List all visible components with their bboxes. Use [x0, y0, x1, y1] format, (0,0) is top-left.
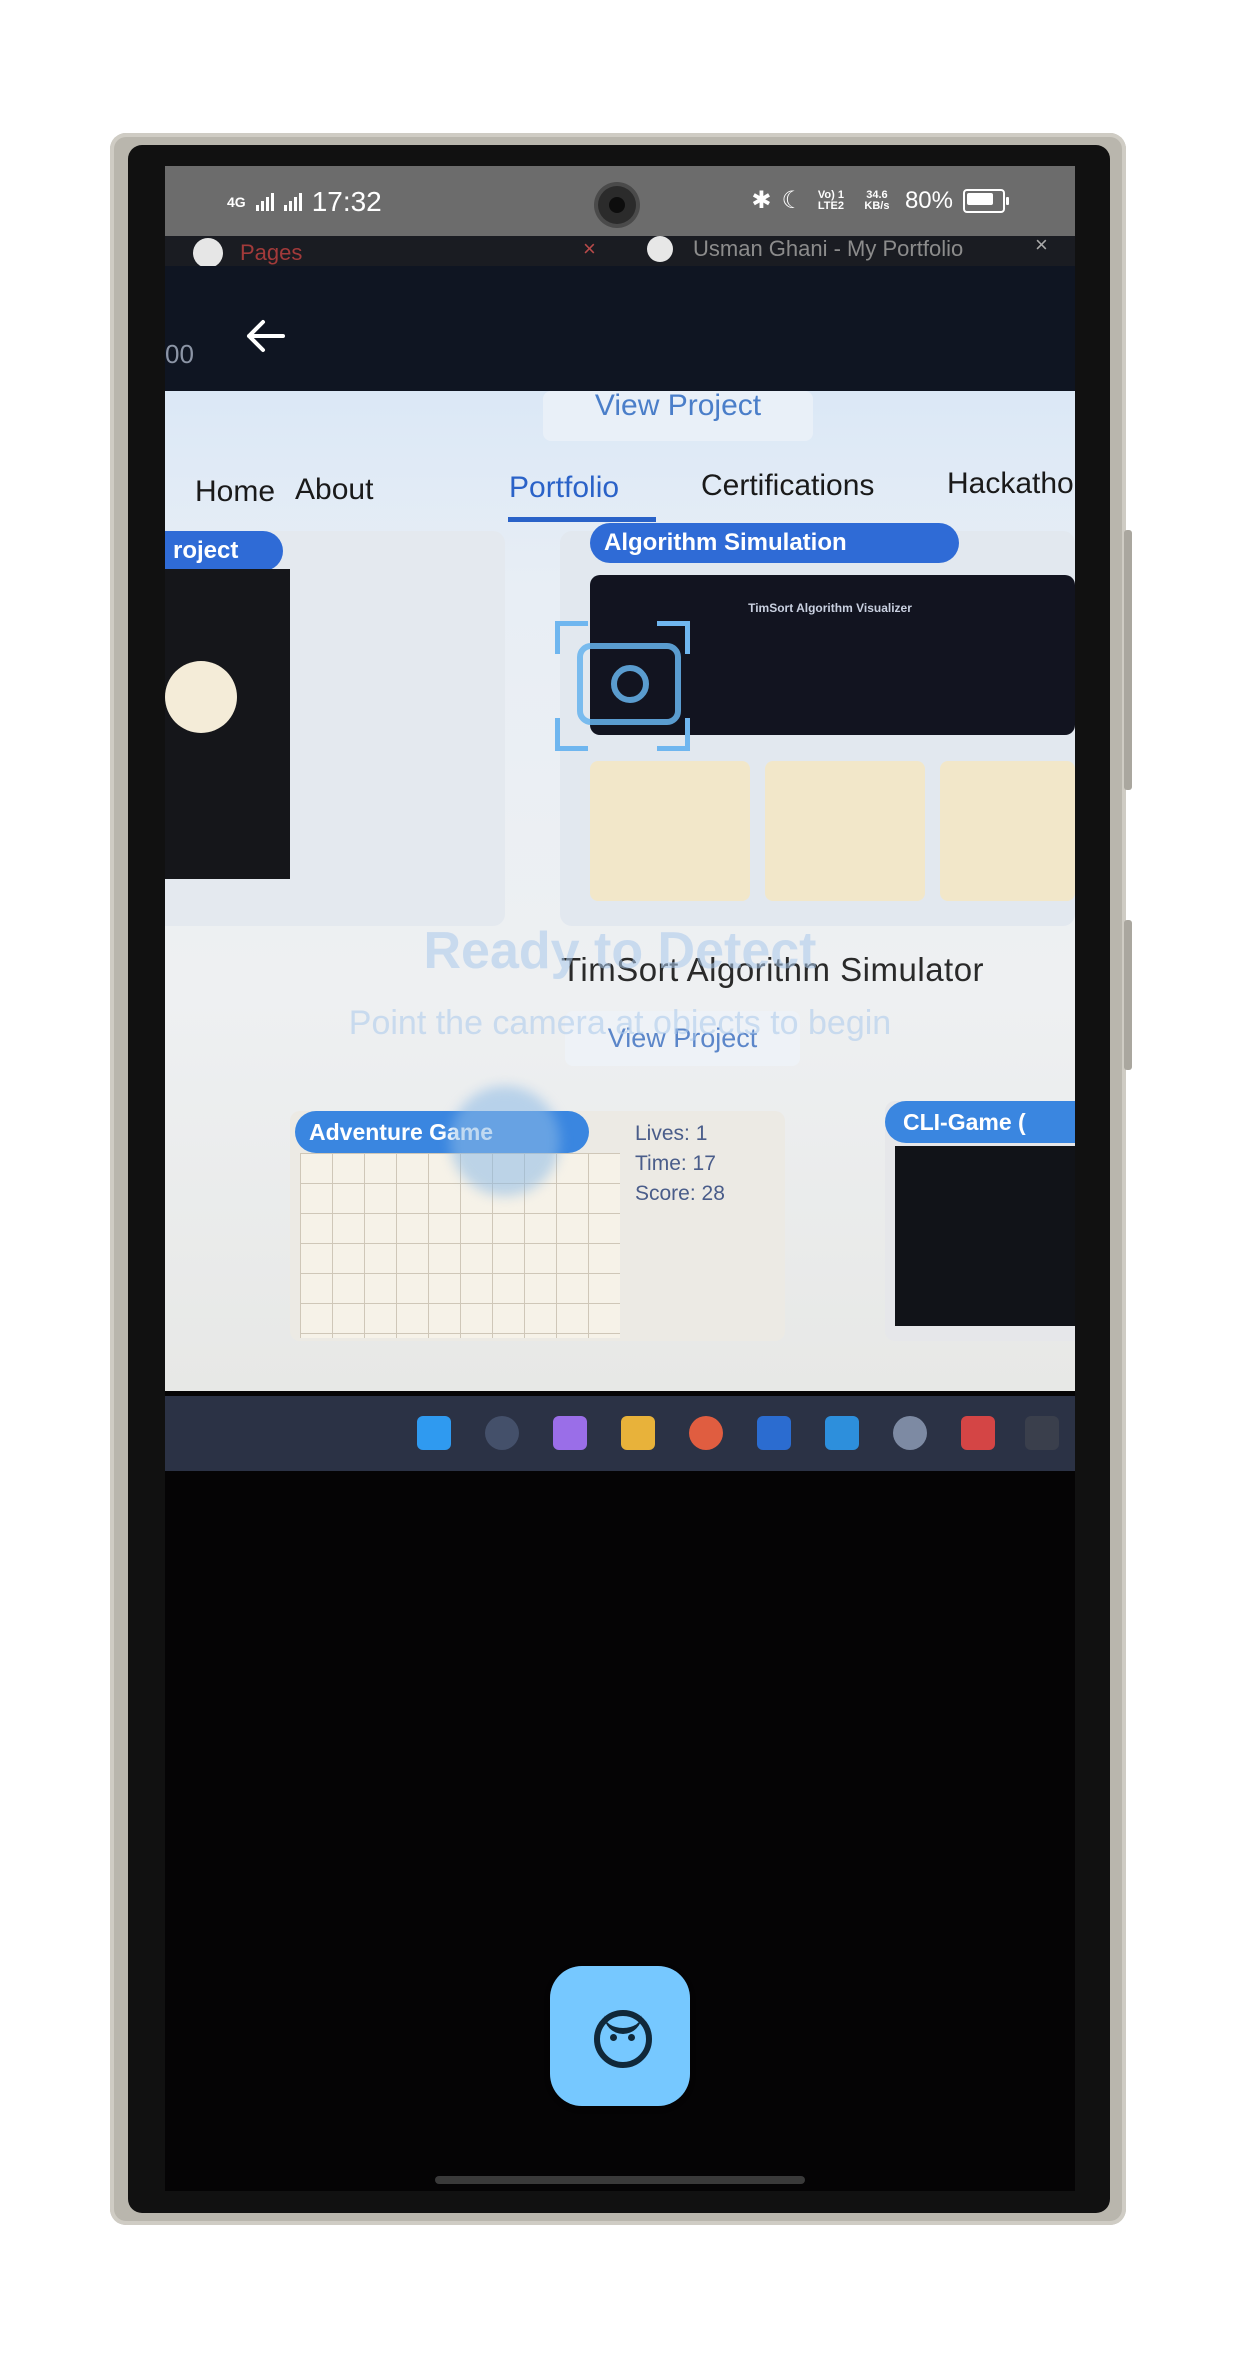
screenshot-panel	[590, 761, 750, 901]
page-content: View Project Home About Portfolio Certif…	[165, 391, 1075, 1391]
side-button	[1124, 920, 1132, 1070]
status-left: 4G 17:32	[227, 186, 382, 218]
network-speed: 34.6 KB/s	[864, 188, 890, 212]
nav-hackathon: Hackathon	[947, 467, 1075, 500]
app-icon	[893, 1416, 927, 1450]
tab-close-icon: ×	[583, 236, 596, 261]
screenshot-panels	[590, 761, 1075, 901]
face-detect-button[interactable]	[550, 1966, 690, 2106]
face-icon	[594, 2010, 652, 2068]
project-card-cli: CLI-Game (	[885, 1101, 1075, 1341]
counter-text: 00	[165, 339, 194, 369]
view-project-button-top: View Project	[543, 391, 813, 441]
game-stat-lives: Lives: 1	[635, 1122, 708, 1145]
nav-certifications: Certifications	[701, 469, 875, 502]
chrome-icon	[689, 1416, 723, 1450]
side-button	[1124, 530, 1132, 790]
ghost-icon	[165, 661, 237, 733]
screen: 4G 17:32 ✱ ☾ Vo) 1 LTE2 34.6 KB/s 80% Pa…	[165, 166, 1075, 2191]
home-indicator[interactable]	[435, 2176, 805, 2184]
bluetooth-icon: ✱	[751, 187, 772, 214]
tab-close-icon: ×	[1035, 232, 1048, 257]
game-stat-score: Score: 28	[635, 1182, 725, 1205]
github-icon	[193, 238, 223, 268]
word-icon	[757, 1416, 791, 1450]
signal-icon	[255, 193, 274, 211]
back-arrow-icon[interactable]	[243, 314, 287, 358]
app-icon	[961, 1416, 995, 1450]
app-icon	[1025, 1416, 1059, 1450]
overlay-title: Ready to Detect	[423, 922, 817, 980]
signal-icon	[283, 193, 302, 211]
project-card-left: roject	[165, 531, 505, 926]
browser-tab-bar: Pages × Usman Ghani - My Portfolio ×	[165, 232, 1075, 268]
moon-icon: ☾	[781, 187, 803, 214]
status-right: ✱ ☾ Vo) 1 LTE2 34.6 KB/s 80%	[751, 186, 1009, 215]
vscode-icon	[825, 1416, 859, 1450]
camera-icon	[577, 643, 681, 725]
tab-favicon	[647, 236, 673, 262]
camera-preview: Pages × Usman Ghani - My Portfolio × 00 …	[165, 232, 1075, 1526]
project-badge: Algorithm Simulation	[590, 523, 959, 563]
windows-start-icon	[417, 1416, 451, 1450]
page-header-dark	[165, 266, 1075, 391]
battery-percent: 80%	[904, 186, 953, 214]
browser-tab-2: Usman Ghani - My Portfolio	[693, 236, 964, 261]
portfolio-nav: Home About Portfolio Certifications Hack…	[195, 467, 1075, 531]
focus-indicator	[450, 1086, 560, 1196]
screenshot-title: TimSort Algorithm Visualizer	[748, 601, 912, 615]
battery-icon	[963, 188, 1009, 213]
search-icon	[485, 1416, 519, 1450]
scan-frame	[555, 621, 690, 751]
copilot-icon	[553, 1416, 587, 1450]
network-type: 4G	[227, 194, 246, 210]
front-camera	[598, 186, 636, 224]
nav-portfolio: Portfolio	[509, 471, 620, 504]
folder-icon	[621, 1416, 655, 1450]
screenshot-panel	[940, 761, 1075, 901]
game-stats: Lives: 1 Time: 17 Score: 28	[635, 1119, 725, 1209]
game-stat-time: Time: 17	[635, 1152, 716, 1175]
nav-active-underline	[508, 517, 656, 522]
terminal-screenshot	[895, 1146, 1075, 1326]
nav-about: About	[295, 473, 374, 506]
nav-home: Home	[195, 475, 276, 508]
windows-taskbar	[165, 1396, 1075, 1471]
screenshot-panel	[765, 761, 925, 901]
volte-indicator: Vo) 1 LTE2	[817, 188, 844, 212]
project-badge: roject	[165, 531, 283, 571]
overlay-subtitle: Point the camera at objects to begin	[348, 1004, 892, 1042]
browser-tab-1: Pages	[240, 240, 303, 265]
project-badge: CLI-Game (	[885, 1101, 1075, 1143]
clock: 17:32	[311, 186, 382, 217]
game-grid	[300, 1153, 620, 1338]
status-bar: 4G 17:32 ✱ ☾ Vo) 1 LTE2 34.6 KB/s 80%	[165, 166, 1075, 236]
